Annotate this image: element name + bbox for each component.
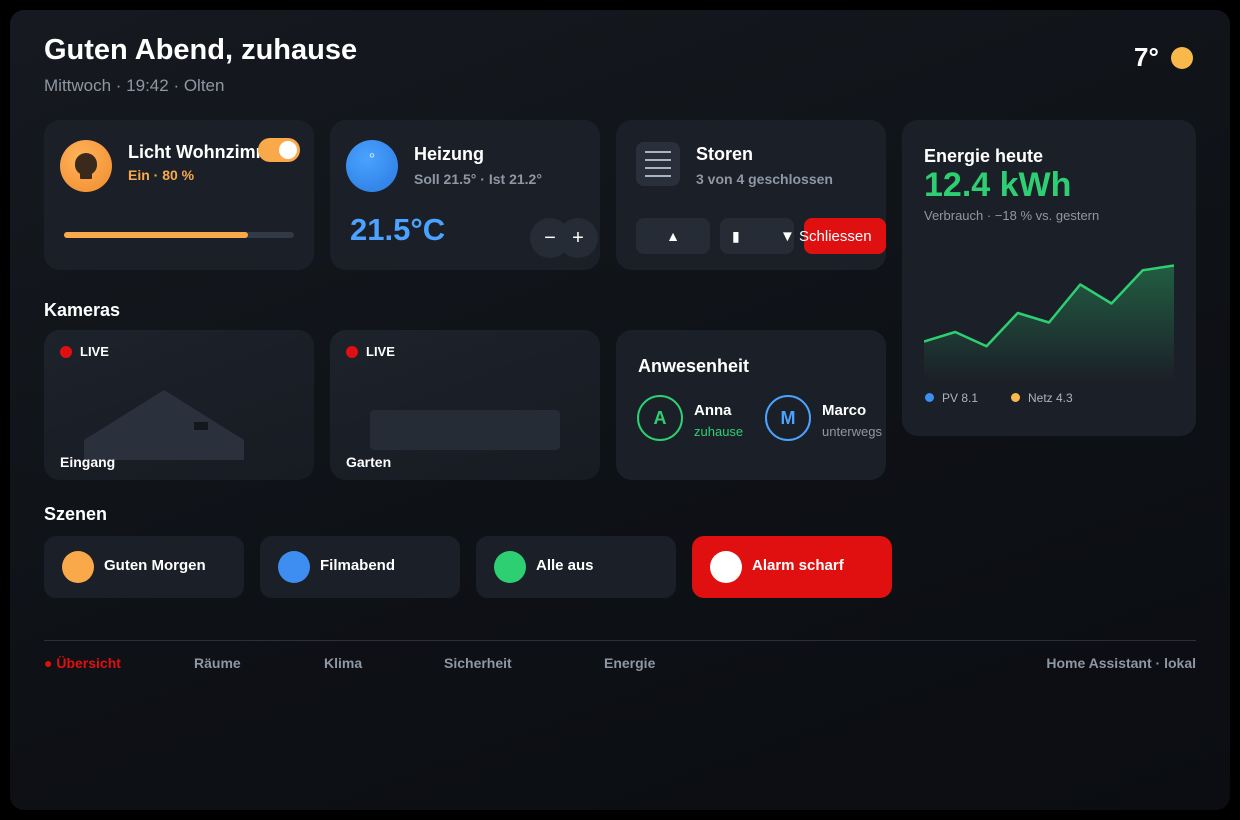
- light-status: Ein · 80 %: [128, 167, 195, 183]
- heating-card: ° Heizung Soll 21.5° · Ist 21.2° 21.5°C …: [330, 120, 600, 270]
- live-indicator: [346, 346, 358, 358]
- person-name: Marco: [822, 402, 867, 419]
- scene-movie-icon: [278, 551, 310, 583]
- light-card[interactable]: Licht Wohnzimm Ein · 80 %: [44, 120, 314, 270]
- thermometer-icon: °: [346, 140, 398, 192]
- blinds-title: Storen: [696, 144, 754, 164]
- dashboard-screen: Guten Abend, zuhause Mittwoch · 19:42 · …: [10, 10, 1230, 810]
- energy-comparison: Verbrauch · −18 % vs. gestern: [924, 208, 1100, 223]
- avatar[interactable]: A: [637, 395, 683, 441]
- live-label: LIVE: [80, 344, 109, 359]
- energy-card: Energie heute 12.4 kWh Verbrauch · −18 %…: [902, 120, 1196, 436]
- nav-item-uebersicht[interactable]: ● Übersicht: [44, 655, 121, 671]
- nav-item-klima[interactable]: Klima: [324, 655, 362, 671]
- heating-current-temp: 21.5°C: [350, 212, 446, 247]
- blinds-status: 3 von 4 geschlossen: [696, 171, 833, 187]
- blinds-icon: [636, 142, 680, 186]
- legend-label-netz: Netz 4.3: [1028, 391, 1073, 405]
- weather-temperature: 7°: [1134, 42, 1159, 72]
- blinds-card: Storen 3 von 4 geschlossen ▲ ▮ ▼ Schlies…: [616, 120, 886, 270]
- nav-divider: [44, 640, 1196, 641]
- scenes-section-title: Szenen: [44, 504, 108, 524]
- blinds-close-label[interactable]: ▼ Schliessen: [780, 228, 872, 245]
- camera-name: Eingang: [60, 454, 116, 470]
- live-indicator: [60, 346, 72, 358]
- bulb-icon: [60, 140, 112, 192]
- scene-label: Guten Morgen: [104, 557, 206, 574]
- greeting-title: Guten Abend, zuhause: [44, 34, 358, 66]
- presence-title: Anwesenheit: [638, 356, 750, 376]
- blinds-up-button[interactable]: ▲: [636, 218, 710, 254]
- nav-item-energie[interactable]: Energie: [604, 655, 655, 671]
- legend-dot-pv: [925, 393, 934, 402]
- footer-system-label: Home Assistant · lokal: [1046, 655, 1196, 671]
- scene-filmabend[interactable]: Filmabend: [260, 536, 460, 598]
- nav-item-sicherheit[interactable]: Sicherheit: [444, 655, 512, 671]
- heating-title: Heizung: [414, 144, 484, 164]
- presence-card: Anwesenheit A Anna zuhause M Marco unter…: [616, 330, 886, 480]
- scene-label: Alle aus: [536, 557, 594, 574]
- light-toggle[interactable]: [258, 138, 300, 162]
- energy-area-chart: [924, 264, 1174, 380]
- scene-label: Alarm scharf: [752, 557, 844, 574]
- scene-label: Filmabend: [320, 557, 396, 574]
- scene-all-off-icon: [494, 551, 526, 583]
- legend-dot-netz: [1011, 393, 1020, 402]
- person-name: Anna: [694, 402, 732, 419]
- brightness-slider[interactable]: [64, 232, 294, 238]
- date-time-location: Mittwoch · 19:42 · Olten: [44, 76, 225, 95]
- cameras-section-title: Kameras: [44, 300, 121, 320]
- energy-value: 12.4 kWh: [924, 166, 1072, 204]
- scene-guten-morgen[interactable]: Guten Morgen: [44, 536, 244, 598]
- person-status: zuhause: [694, 424, 744, 439]
- scene-alle-aus[interactable]: Alle aus: [476, 536, 676, 598]
- heating-status: Soll 21.5° · Ist 21.2°: [414, 171, 542, 187]
- avatar[interactable]: M: [765, 395, 811, 441]
- sun-icon: [1171, 47, 1193, 69]
- device-frame: Guten Abend, zuhause Mittwoch · 19:42 · …: [0, 0, 1240, 820]
- camera-tile-garten[interactable]: LIVE Garten: [330, 330, 600, 480]
- scene-alarm-icon: [710, 551, 742, 583]
- house-silhouette: [84, 390, 244, 460]
- scene-morning-icon: [62, 551, 94, 583]
- brightness-slider-fill: [64, 232, 248, 238]
- energy-title: Energie heute: [924, 146, 1044, 166]
- live-label: LIVE: [366, 344, 395, 359]
- camera-name: Garten: [346, 454, 392, 470]
- temp-increase-button[interactable]: +: [558, 218, 598, 258]
- legend-label-pv: PV 8.1: [942, 391, 979, 405]
- garden-bench-shape: [370, 410, 560, 450]
- light-title: Licht Wohnzimm: [128, 142, 260, 162]
- nav-item-raeume[interactable]: Räume: [194, 655, 241, 671]
- person-status: unterwegs: [822, 424, 882, 439]
- scene-alarm-scharf[interactable]: Alarm scharf: [692, 536, 892, 598]
- camera-tile-eingang[interactable]: LIVE Eingang: [44, 330, 314, 480]
